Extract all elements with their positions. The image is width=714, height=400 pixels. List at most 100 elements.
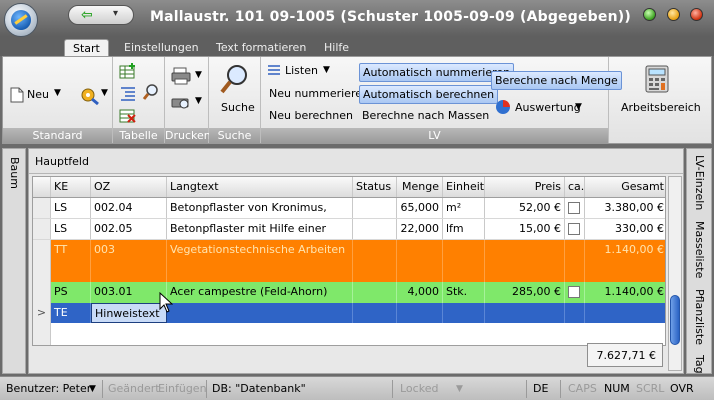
col-ca[interactable]: ca. <box>565 177 585 197</box>
evaluation-button[interactable]: Auswertung <box>515 101 581 114</box>
cell-preis[interactable]: 52,00 € <box>485 198 565 218</box>
table-row[interactable]: LS 002.05 Betonpflaster mit Hilfe einer … <box>33 219 665 240</box>
locked-status[interactable]: Locked <box>400 382 438 395</box>
cell-preis[interactable] <box>485 303 565 323</box>
cell-ke[interactable]: TT <box>51 240 91 282</box>
col-preis[interactable]: Preis <box>485 177 565 197</box>
cell-menge[interactable]: 4,000 <box>397 282 443 303</box>
cell-menge[interactable] <box>397 240 443 282</box>
cell-langtext[interactable]: Vegetationstechnische Arbeiten <box>167 240 353 282</box>
search-button[interactable]: Suche <box>221 101 255 114</box>
tab-baum[interactable]: Baum <box>8 157 21 189</box>
row-indicator[interactable] <box>33 282 51 303</box>
tab-start[interactable]: Start <box>64 39 109 56</box>
magnifier-icon[interactable] <box>220 63 250 95</box>
close-button[interactable] <box>690 8 703 21</box>
row-indicator[interactable] <box>33 219 51 239</box>
cell-einheit[interactable]: m² <box>443 198 485 218</box>
cell-preis[interactable] <box>485 240 565 282</box>
cell-ke[interactable]: LS <box>51 198 91 218</box>
tools-icon[interactable] <box>79 85 101 105</box>
col-menge[interactable]: Menge <box>397 177 443 197</box>
calculator-icon[interactable] <box>645 65 669 93</box>
cell-einheit[interactable]: Stk. <box>443 282 485 303</box>
col-ke[interactable]: KE <box>51 177 91 197</box>
cell-oz[interactable]: 003.01 <box>91 282 167 303</box>
delete-row-icon[interactable] <box>119 107 137 123</box>
locked-dropdown-icon[interactable]: ▼ <box>456 384 463 394</box>
new-button[interactable]: Neu <box>27 88 49 101</box>
print-preview-icon[interactable] <box>171 93 191 111</box>
col-gesamt[interactable]: Gesamt <box>585 177 665 197</box>
cell-gesamt[interactable]: 1.140,00 € <box>585 282 665 303</box>
col-langtext[interactable]: Langtext <box>167 177 353 197</box>
cell-status[interactable] <box>353 219 397 239</box>
cell-menge[interactable] <box>397 303 443 323</box>
ca-checkbox[interactable] <box>568 286 580 298</box>
back-arrow-icon[interactable]: ⇦ <box>81 7 93 23</box>
recalculate-button[interactable]: Neu berechnen <box>269 109 353 122</box>
cell-ke[interactable]: TE <box>51 303 91 323</box>
row-indicator[interactable] <box>33 198 51 218</box>
tab-lv-einzeln[interactable]: LV-Einzeln <box>693 155 706 210</box>
workspace-button[interactable]: Arbeitsbereich <box>621 101 701 114</box>
table-row-position[interactable]: PS 003.01 Acer campestre (Feld-Ahorn) 4,… <box>33 282 665 303</box>
cell-status[interactable] <box>353 282 397 303</box>
print-dropdown-icon[interactable]: ▼ <box>195 70 202 80</box>
calc-by-quantity-toggle[interactable]: Berechne nach Menge <box>491 71 622 90</box>
tab-tag[interactable]: Tag <box>693 355 706 374</box>
user-status[interactable]: Benutzer: Peter <box>6 382 91 395</box>
tools-dropdown-icon[interactable]: ▼ <box>101 88 108 98</box>
cell-status[interactable] <box>353 303 397 323</box>
user-dropdown-icon[interactable]: ▼ <box>89 384 96 394</box>
cell-preis[interactable]: 285,00 € <box>485 282 565 303</box>
vertical-scrollbar[interactable] <box>668 176 682 371</box>
maximize-button[interactable] <box>667 8 680 21</box>
listen-button[interactable]: Listen <box>285 64 318 77</box>
cell-einheit[interactable] <box>443 240 485 282</box>
cell-menge[interactable]: 22,000 <box>397 219 443 239</box>
cell-langtext[interactable]: Acer campestre (Feld-Ahorn) <box>167 282 353 303</box>
calc-by-masses-button[interactable]: Berechne nach Massen <box>362 109 489 122</box>
table-row[interactable]: LS 002.04 Betonpflaster von Kronimus, 65… <box>33 198 665 219</box>
col-oz[interactable]: OZ <box>91 177 167 197</box>
preview-dropdown-icon[interactable]: ▼ <box>195 96 202 106</box>
cell-gesamt[interactable]: 330,00 € <box>585 219 665 239</box>
cell-oz[interactable]: 003 <box>91 240 167 282</box>
find-in-table-icon[interactable] <box>142 83 160 101</box>
tab-masseliste[interactable]: Masseliste <box>693 221 706 278</box>
auto-calculate-toggle[interactable]: Automatisch berechnen <box>359 85 499 104</box>
tab-pflanzliste[interactable]: Pflanzliste <box>693 289 706 345</box>
cell-status[interactable] <box>353 240 397 282</box>
cell-gesamt[interactable]: 1.140,00 € <box>585 240 665 282</box>
listen-dropdown-icon[interactable]: ▼ <box>323 65 330 75</box>
table-row-selected[interactable]: > TE Hinweistext <box>33 303 665 323</box>
evaluation-dropdown-icon[interactable]: ▼ <box>575 102 582 112</box>
row-indicator[interactable]: > <box>33 303 51 323</box>
cell-langtext[interactable] <box>167 303 353 323</box>
minimize-button[interactable] <box>643 8 656 21</box>
new-dropdown-icon[interactable]: ▼ <box>54 88 61 98</box>
insert-row-icon[interactable] <box>119 63 137 79</box>
cell-gesamt[interactable] <box>585 303 665 323</box>
cell-oz[interactable]: 002.04 <box>91 198 167 218</box>
cell-einheit[interactable] <box>443 303 485 323</box>
indent-icon[interactable] <box>119 85 137 101</box>
row-indicator[interactable] <box>33 240 51 282</box>
cell-gesamt[interactable]: 3.380,00 € <box>585 198 665 218</box>
cell-ke[interactable]: LS <box>51 219 91 239</box>
application-menu-button[interactable] <box>4 3 38 37</box>
tab-einstellungen[interactable]: Einstellungen <box>116 39 207 56</box>
cell-langtext[interactable]: Betonpflaster von Kronimus, <box>167 198 353 218</box>
cell-preis[interactable]: 15,00 € <box>485 219 565 239</box>
cell-status[interactable] <box>353 198 397 218</box>
renumber-button[interactable]: Neu nummerieren <box>269 87 369 100</box>
tab-text-formatieren[interactable]: Text formatieren <box>208 39 314 56</box>
col-status[interactable]: Status <box>353 177 397 197</box>
cell-langtext[interactable]: Betonpflaster mit Hilfe einer <box>167 219 353 239</box>
cell-oz-editing[interactable]: Hinweistext <box>91 303 167 323</box>
cell-ca[interactable] <box>565 303 585 323</box>
tab-hilfe[interactable]: Hilfe <box>316 39 357 56</box>
scrollbar-thumb[interactable] <box>670 295 680 345</box>
cell-oz[interactable]: 002.05 <box>91 219 167 239</box>
